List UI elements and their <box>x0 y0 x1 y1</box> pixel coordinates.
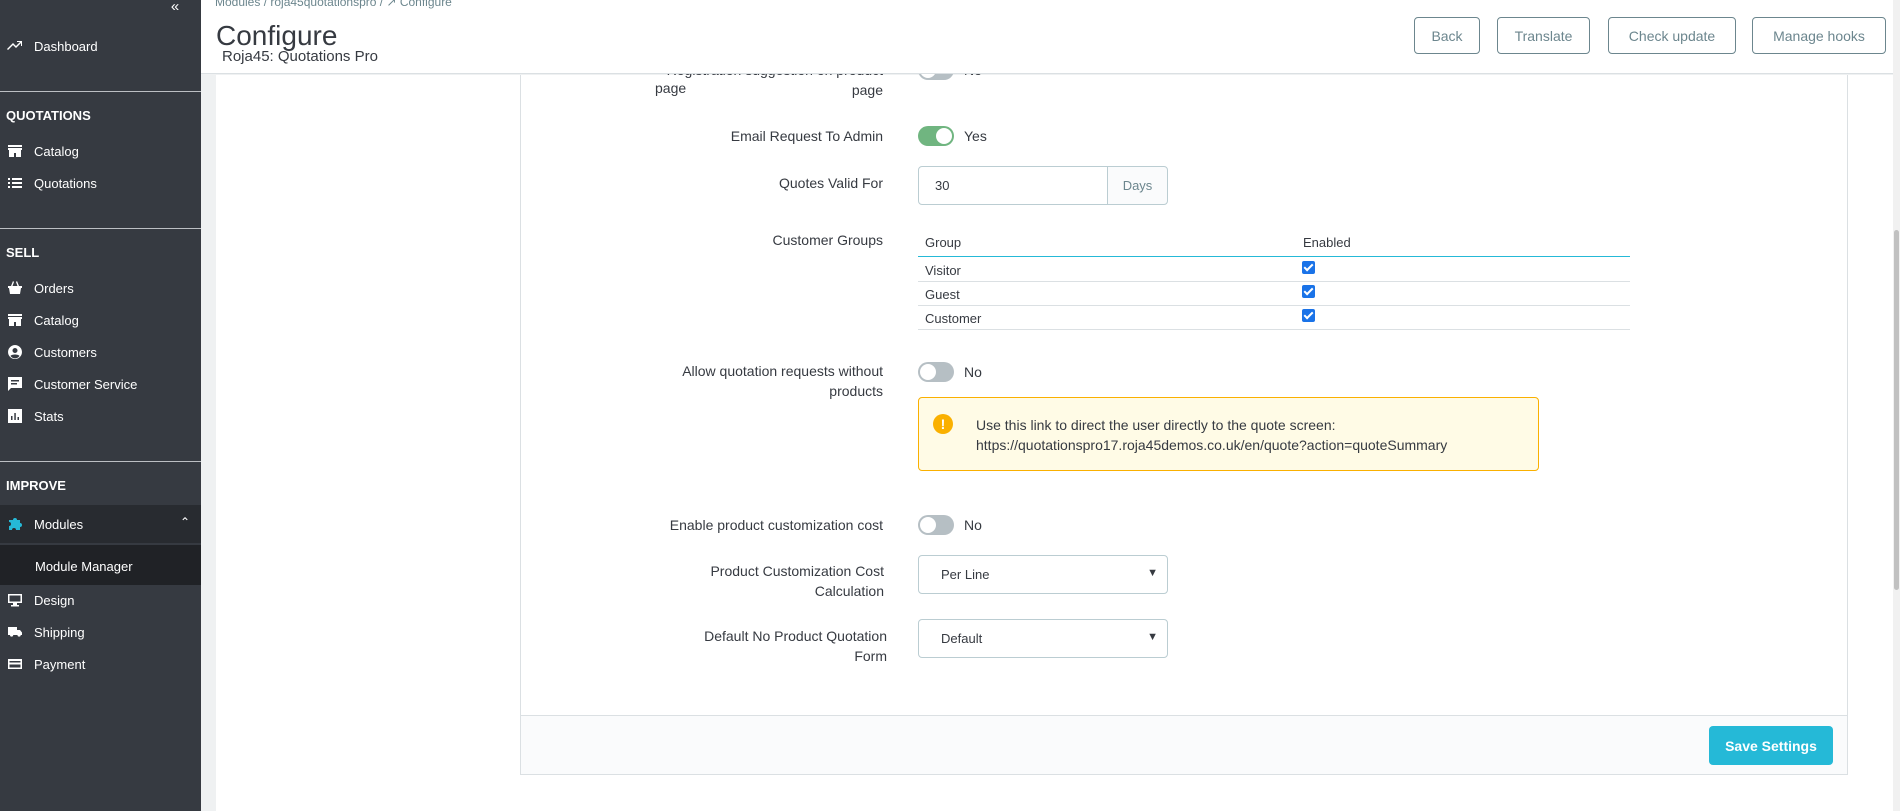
list-icon <box>6 175 23 192</box>
sidebar-item-module-manager[interactable]: Module Manager <box>0 551 201 581</box>
enabled-checkbox[interactable] <box>1302 285 1315 298</box>
sidebar-item-label: Dashboard <box>34 38 98 54</box>
group-name: Guest <box>925 287 960 302</box>
allow-no-products-toggle[interactable] <box>918 362 954 382</box>
trending-up-icon <box>6 38 23 55</box>
email-request-toggle[interactable] <box>918 126 954 146</box>
sidebar-section-quotations: QUOTATIONS <box>6 108 91 123</box>
basket-icon <box>6 280 23 297</box>
store-icon <box>6 143 23 160</box>
sidebar-item-customer-service[interactable]: Customer Service <box>0 369 201 399</box>
sidebar-item-quotations[interactable]: Quotations <box>0 168 201 198</box>
quotes-valid-label: Quotes Valid For <box>778 175 883 191</box>
quotes-valid-group: Days <box>918 166 1168 205</box>
sidebar-item-stats[interactable]: Stats <box>0 401 201 431</box>
quote-link-alert: ! Use this link to direct the user direc… <box>918 397 1539 471</box>
panel-footer <box>521 715 1847 774</box>
allow-no-products-value: No <box>964 364 982 380</box>
toggle-knob <box>920 517 936 533</box>
allow-no-products-label: Allow quotation requests without product… <box>682 363 883 399</box>
toggle-knob <box>936 128 952 144</box>
translate-button[interactable]: Translate <box>1497 17 1590 54</box>
scrollbar-thumb[interactable] <box>1894 230 1899 590</box>
quote-link[interactable]: https://quotationspro17.roja45demos.co.u… <box>976 435 1447 455</box>
sidebar-item-payment[interactable]: Payment <box>0 649 201 679</box>
sidebar-section-improve: IMPROVE <box>6 478 66 493</box>
sidebar-item-dashboard[interactable]: Dashboard <box>0 31 201 61</box>
back-button[interactable]: Back <box>1414 17 1480 54</box>
sidebar-item-label: Customers <box>34 344 97 360</box>
sidebar-divider <box>0 461 201 462</box>
sidebar-item-label: Customer Service <box>34 376 138 392</box>
email-request-value: Yes <box>964 128 987 144</box>
customization-cost-toggle[interactable] <box>918 515 954 535</box>
email-request-label: Email Request To Admin <box>730 128 883 144</box>
sidebar-item-quotations-catalog[interactable]: Catalog <box>0 136 201 166</box>
cost-calc-selected: Per Line <box>941 567 990 582</box>
chat-icon <box>6 376 23 393</box>
sidebar-item-customers[interactable]: Customers <box>0 337 201 367</box>
sidebar-item-catalog[interactable]: Catalog <box>0 305 201 335</box>
sidebar-item-orders[interactable]: Orders <box>0 273 201 303</box>
store-icon <box>6 312 23 329</box>
cost-calc-label: Product Customization Cost Calculation <box>710 563 884 599</box>
desktop-icon <box>6 592 23 609</box>
customer-groups-label: Customer Groups <box>772 232 883 248</box>
column-header-group: Group <box>925 235 962 250</box>
cost-calc-select[interactable]: Per Line ▼ <box>918 555 1168 594</box>
sidebar-item-label: Module Manager <box>35 558 133 574</box>
truck-icon <box>6 624 23 641</box>
sidebar-item-shipping[interactable]: Shipping <box>0 617 201 647</box>
sidebar-divider <box>0 228 201 229</box>
default-form-selected: Default <box>941 631 983 646</box>
sidebar-section-sell: SELL <box>6 245 40 260</box>
double-chevron-left-icon[interactable]: « <box>164 0 186 16</box>
sidebar-item-label: Orders <box>34 280 74 296</box>
account-circle-icon <box>6 344 23 361</box>
table-header: Group Enabled <box>918 230 1630 257</box>
page-subtitle: Roja45: Quotations Pro <box>222 48 378 65</box>
registration-suggestion-label-tail: page <box>655 80 687 96</box>
puzzle-icon <box>6 516 23 533</box>
sidebar-item-label: Design <box>34 592 75 608</box>
alert-text: Use this link to direct the user directl… <box>976 417 1448 455</box>
sidebar-item-label: Modules <box>34 516 84 532</box>
quotes-valid-input[interactable] <box>918 166 1108 205</box>
credit-card-icon <box>6 656 23 673</box>
sidebar-item-label: Payment <box>34 656 86 672</box>
header-divider <box>201 73 1893 74</box>
save-settings-button[interactable]: Save Settings <box>1709 726 1833 765</box>
sidebar-item-design[interactable]: Design <box>0 585 201 615</box>
sidebar-divider <box>0 91 201 92</box>
toggle-knob <box>920 364 936 380</box>
table-row: Visitor <box>918 258 1630 282</box>
table-row: Customer <box>918 306 1630 330</box>
manage-hooks-button[interactable]: Manage hooks <box>1752 17 1886 54</box>
sidebar-item-label: Catalog <box>34 143 79 159</box>
sidebar-item-label: Stats <box>34 408 64 424</box>
column-header-enabled: Enabled <box>1303 235 1351 250</box>
enabled-checkbox[interactable] <box>1302 261 1315 274</box>
quotes-valid-unit: Days <box>1107 166 1168 205</box>
sidebar-item-label: Catalog <box>34 312 79 328</box>
breadcrumb[interactable]: Modules / roja45quotationspro / ↗ Config… <box>215 0 452 9</box>
enabled-checkbox[interactable] <box>1302 309 1315 322</box>
sidebar-item-label: Quotations <box>34 175 97 191</box>
bar-chart-icon <box>6 408 23 425</box>
chevron-down-icon: ▼ <box>1147 631 1158 643</box>
default-form-select[interactable]: Default ▼ <box>918 619 1168 658</box>
customization-cost-value: No <box>964 517 982 533</box>
sidebar-item-modules[interactable]: Modules ⌃ <box>0 506 201 542</box>
group-name: Visitor <box>925 263 961 278</box>
check-update-button[interactable]: Check update <box>1608 17 1736 54</box>
default-form-label: Default No Product Quotation Form <box>704 628 887 664</box>
chevron-down-icon: ▼ <box>1147 567 1158 579</box>
chevron-up-icon[interactable]: ⌃ <box>180 515 190 529</box>
group-name: Customer <box>925 311 982 326</box>
customization-cost-label: Enable product customization cost <box>669 517 883 533</box>
sidebar: « Dashboard QUOTATIONS Catalog Quotation… <box>0 0 201 811</box>
sidebar-item-label: Shipping <box>34 624 85 640</box>
warning-icon: ! <box>933 414 953 434</box>
table-row: Guest <box>918 282 1630 306</box>
